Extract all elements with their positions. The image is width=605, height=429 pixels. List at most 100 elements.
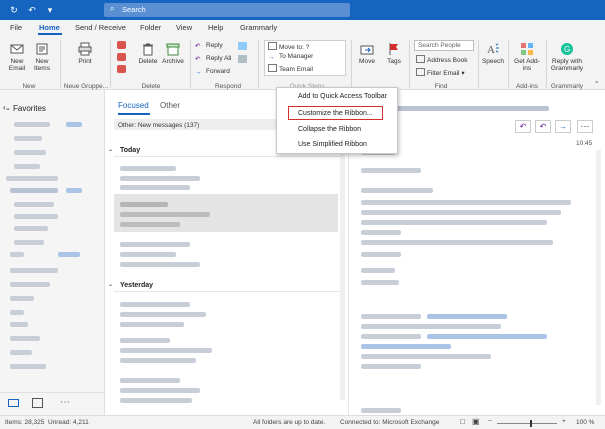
message-sender[interactable] [120,242,190,247]
move-button[interactable]: Move [356,42,378,65]
reading-view-icon[interactable]: ▣ [472,417,480,426]
folder-item[interactable] [14,240,44,245]
folder-item[interactable] [14,150,46,155]
reading-pane-scrollbar[interactable] [596,150,601,405]
speech-button[interactable]: A Speech [481,42,505,65]
message-subject[interactable] [120,312,206,317]
message-subject[interactable] [120,348,212,353]
ribbon-collapse-caret[interactable]: ⌃ [594,80,599,88]
tab-other[interactable]: Other [160,101,180,110]
archive-button[interactable]: Archive [160,42,186,65]
message-preview[interactable] [120,398,192,403]
zoom-in-icon[interactable]: + [562,418,566,425]
body-line [361,200,571,205]
junk-button[interactable] [117,65,128,74]
cleanup-button[interactable] [117,53,128,62]
folder-item[interactable] [10,268,58,273]
email-link[interactable] [427,334,547,339]
folder-item[interactable] [10,282,50,287]
message-subject[interactable] [120,252,176,257]
folder-item[interactable] [10,350,32,355]
tab-home[interactable]: Home [39,23,60,32]
print-button[interactable]: Print [74,42,96,65]
search-people-input[interactable]: Search People [414,40,474,51]
tab-help[interactable]: Help [208,23,223,32]
zoom-slider-thumb[interactable] [530,420,532,427]
tags-button[interactable]: Tags [383,42,405,65]
tab-focused[interactable]: Focused [118,101,149,110]
folder-item[interactable] [14,226,48,231]
folder-item[interactable] [14,122,50,127]
message-preview[interactable] [120,358,196,363]
ignore-button[interactable] [117,41,128,50]
forward-button[interactable]: → Forward [195,68,230,77]
get-addins-button[interactable]: Get Add-ins [512,42,542,72]
undo-icon[interactable]: ↶ [26,4,38,16]
quickstep-to-manager[interactable]: → To Manager [268,53,313,62]
more-modules-icon[interactable]: ⋯ [60,397,70,408]
message-subject[interactable] [120,388,200,393]
message-preview[interactable] [120,185,190,190]
quickstep-team-email[interactable]: Team Email [268,64,313,73]
reply-icon: ↶ [195,43,201,50]
menu-item-simplified-ribbon[interactable]: Use Simplified Ribbon [298,141,367,148]
zoom-out-icon[interactable]: − [488,418,492,425]
tab-grammarly[interactable]: Grammarly [240,23,277,32]
menu-item-collapse-ribbon[interactable]: Collapse the Ribbon [298,126,361,133]
tab-view[interactable]: View [176,23,192,32]
message-sender[interactable] [120,338,170,343]
folder-item[interactable] [10,336,40,341]
im-button[interactable] [238,55,249,64]
folder-item[interactable] [14,214,58,219]
quote-line [361,324,501,329]
folder-item[interactable] [10,296,34,301]
new-email-button[interactable]: New Email [5,42,29,72]
folder-item[interactable] [10,364,46,369]
forward-icon[interactable]: → [555,120,571,133]
email-link[interactable] [427,314,507,319]
message-subject[interactable] [120,176,200,181]
message-sender[interactable] [120,378,180,383]
folder-item[interactable] [10,322,28,327]
reply-with-grammarly-button[interactable]: G Reply with Grammarly [550,42,584,72]
calendar-icon[interactable] [32,398,43,408]
message-preview[interactable] [120,262,200,267]
filter-email-button[interactable]: Filter Email ▾ [416,68,465,77]
meeting-button[interactable] [238,42,249,51]
folder-item[interactable] [10,252,24,257]
message-sender[interactable] [120,166,176,171]
reply-button[interactable]: ↶ Reply [195,42,223,50]
zoom-slider[interactable] [497,423,557,424]
group-collapse-icon[interactable]: ⌄ [108,146,113,153]
group-collapse-icon[interactable]: ⌄ [108,281,113,288]
reply-icon[interactable]: ↶ [515,120,531,133]
folder-item[interactable] [10,188,58,193]
message-preview[interactable] [120,322,184,327]
reply-all-icon[interactable]: ↶ [535,120,551,133]
account-header[interactable] [6,176,58,181]
email-link[interactable] [361,344,451,349]
address-book-button[interactable]: Address Book [416,55,467,64]
folder-item[interactable] [10,310,24,315]
quickstep-move-to[interactable]: Move to: ? [268,42,309,51]
menu-item-add-to-quick-access[interactable]: Add to Quick Access Toolbar [298,93,387,100]
tab-send-receive[interactable]: Send / Receive [75,23,126,32]
folder-item[interactable] [14,136,42,141]
folder-item[interactable] [14,202,54,207]
svg-text:G: G [564,45,570,54]
delete-button[interactable]: Delete [137,42,159,65]
normal-view-icon[interactable]: □ [460,417,465,426]
tab-file[interactable]: File [10,23,22,32]
reply-all-button[interactable]: ↶ Reply All [195,55,231,63]
mail-icon[interactable] [8,399,19,407]
favorites-header[interactable]: Favorites [13,104,46,113]
tab-folder[interactable]: Folder [140,23,161,32]
sync-icon[interactable]: ↻ [8,4,20,16]
folder-item[interactable] [14,164,40,169]
message-list-scrollbar[interactable] [340,150,345,400]
new-items-button[interactable]: New Items [30,42,54,72]
message-sender[interactable] [120,302,190,307]
search-box[interactable]: ⌕ Search [104,3,350,17]
more-actions-icon[interactable]: ⋯ [577,120,593,133]
quick-access-dropdown-icon[interactable]: ▾ [44,4,56,16]
